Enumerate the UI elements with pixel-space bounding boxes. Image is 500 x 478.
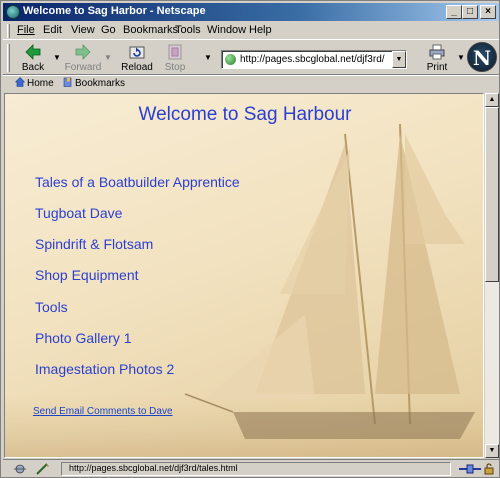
stop-button[interactable]: Stop [153, 42, 197, 74]
menu-view-label: View [71, 24, 95, 36]
bookmarks-button[interactable]: Bookmarks [63, 77, 125, 89]
print-label: Print [426, 62, 448, 73]
menu-go-label: Go [101, 24, 116, 36]
home-button[interactable]: Home [15, 77, 54, 89]
nav-toolbar-grip[interactable] [7, 44, 10, 72]
personal-toolbar: Home Bookmarks [3, 75, 499, 91]
browser-window: Welcome to Sag Harbor - Netscape _ □ × F… [0, 0, 500, 478]
back-label: Back [21, 62, 45, 73]
page-title: Welcome to Sag Harbour [138, 104, 352, 125]
menu-file-label: File [17, 24, 35, 36]
status-bar: http://pages.sbcglobal.net/djf3rd/tales.… [3, 459, 499, 477]
forward-arrow-icon [75, 44, 91, 60]
menu-bookmarks-label: Bookmarks [123, 24, 179, 36]
home-label: Home [27, 78, 54, 89]
menu-tools-label: Tools [175, 24, 201, 36]
vertical-scrollbar[interactable]: ▲ ▼ [485, 93, 499, 458]
page-content: Welcome to Sag Harbour Tales of a Boatbu… [4, 93, 484, 458]
link-shop-equipment[interactable]: Shop Equipment [35, 267, 139, 283]
menu-view[interactable]: View [71, 24, 95, 36]
menu-help-label: Help [249, 24, 272, 36]
menu-bar-grip[interactable] [7, 24, 10, 38]
forward-label: Forward [64, 62, 102, 73]
page-proxy-icon[interactable] [225, 54, 236, 65]
menu-window[interactable]: Window [207, 24, 246, 36]
forward-history-dropdown-icon[interactable]: ▼ [104, 53, 112, 62]
reload-icon [129, 46, 145, 59]
edit-page-icon[interactable] [35, 463, 51, 475]
stop-dropdown-icon[interactable]: ▼ [204, 53, 212, 62]
menu-help[interactable]: Help [249, 24, 272, 36]
print-dropdown-icon[interactable]: ▼ [457, 53, 465, 62]
url-text: http://pages.sbcglobal.net/djf3rd/ [240, 54, 385, 65]
netscape-app-icon[interactable] [6, 5, 20, 19]
back-button[interactable]: Back [11, 42, 55, 74]
title-bar[interactable]: Welcome to Sag Harbor - Netscape _ □ × [3, 3, 499, 21]
menu-bar: File Edit View Go Bookmarks Tools Window… [3, 22, 499, 39]
lock-icon[interactable] [483, 463, 495, 475]
link-photo-gallery-1[interactable]: Photo Gallery 1 [35, 330, 132, 346]
security-icon[interactable] [13, 463, 27, 475]
menu-tools[interactable]: Tools [175, 24, 201, 36]
link-tugboat-dave[interactable]: Tugboat Dave [35, 205, 122, 221]
stop-icon [168, 44, 182, 60]
url-field[interactable]: http://pages.sbcglobal.net/djf3rd/ ▼ [221, 50, 407, 69]
scroll-down-button[interactable]: ▼ [485, 444, 499, 458]
status-text: http://pages.sbcglobal.net/djf3rd/tales.… [69, 463, 238, 473]
bookmarks-icon [63, 77, 72, 87]
scroll-up-button[interactable]: ▲ [485, 93, 499, 107]
menu-bookmarks[interactable]: Bookmarks [123, 24, 178, 36]
navigation-toolbar: Back ▼ Forward ▼ Reload Stop ▼ http://pa… [3, 39, 499, 75]
menu-edit-label: Edit [43, 24, 62, 36]
menu-window-label: Window [207, 24, 247, 36]
link-tales-boatbuilder[interactable]: Tales of a Boatbuilder Apprentice [35, 174, 240, 190]
minimize-button[interactable]: _ [446, 5, 462, 19]
maximize-button[interactable]: □ [462, 5, 478, 19]
link-imagestation-photos-2[interactable]: Imagestation Photos 2 [35, 361, 174, 377]
link-tools[interactable]: Tools [35, 299, 68, 315]
online-status-icon[interactable] [459, 464, 481, 474]
netscape-throbber-logo[interactable]: N [467, 42, 497, 72]
menu-edit[interactable]: Edit [43, 24, 62, 36]
menu-go[interactable]: Go [101, 24, 116, 36]
back-arrow-icon [25, 44, 41, 60]
email-comments-link[interactable]: Send Email Comments to Dave [33, 406, 173, 417]
url-history-dropdown-button[interactable]: ▼ [392, 51, 406, 68]
scroll-thumb[interactable] [485, 107, 499, 282]
forward-button[interactable]: Forward [61, 42, 105, 74]
print-button[interactable]: Print [415, 42, 459, 74]
close-button[interactable]: × [480, 5, 496, 19]
link-spindrift-flotsam[interactable]: Spindrift & Flotsam [35, 236, 153, 252]
window-title: Welcome to Sag Harbor - Netscape [23, 5, 206, 17]
back-history-dropdown-icon[interactable]: ▼ [53, 53, 61, 62]
bookmarks-label: Bookmarks [75, 78, 126, 89]
home-icon [15, 77, 25, 87]
stop-label: Stop [164, 62, 186, 73]
menu-file[interactable]: File [17, 24, 35, 36]
printer-icon [429, 44, 445, 60]
